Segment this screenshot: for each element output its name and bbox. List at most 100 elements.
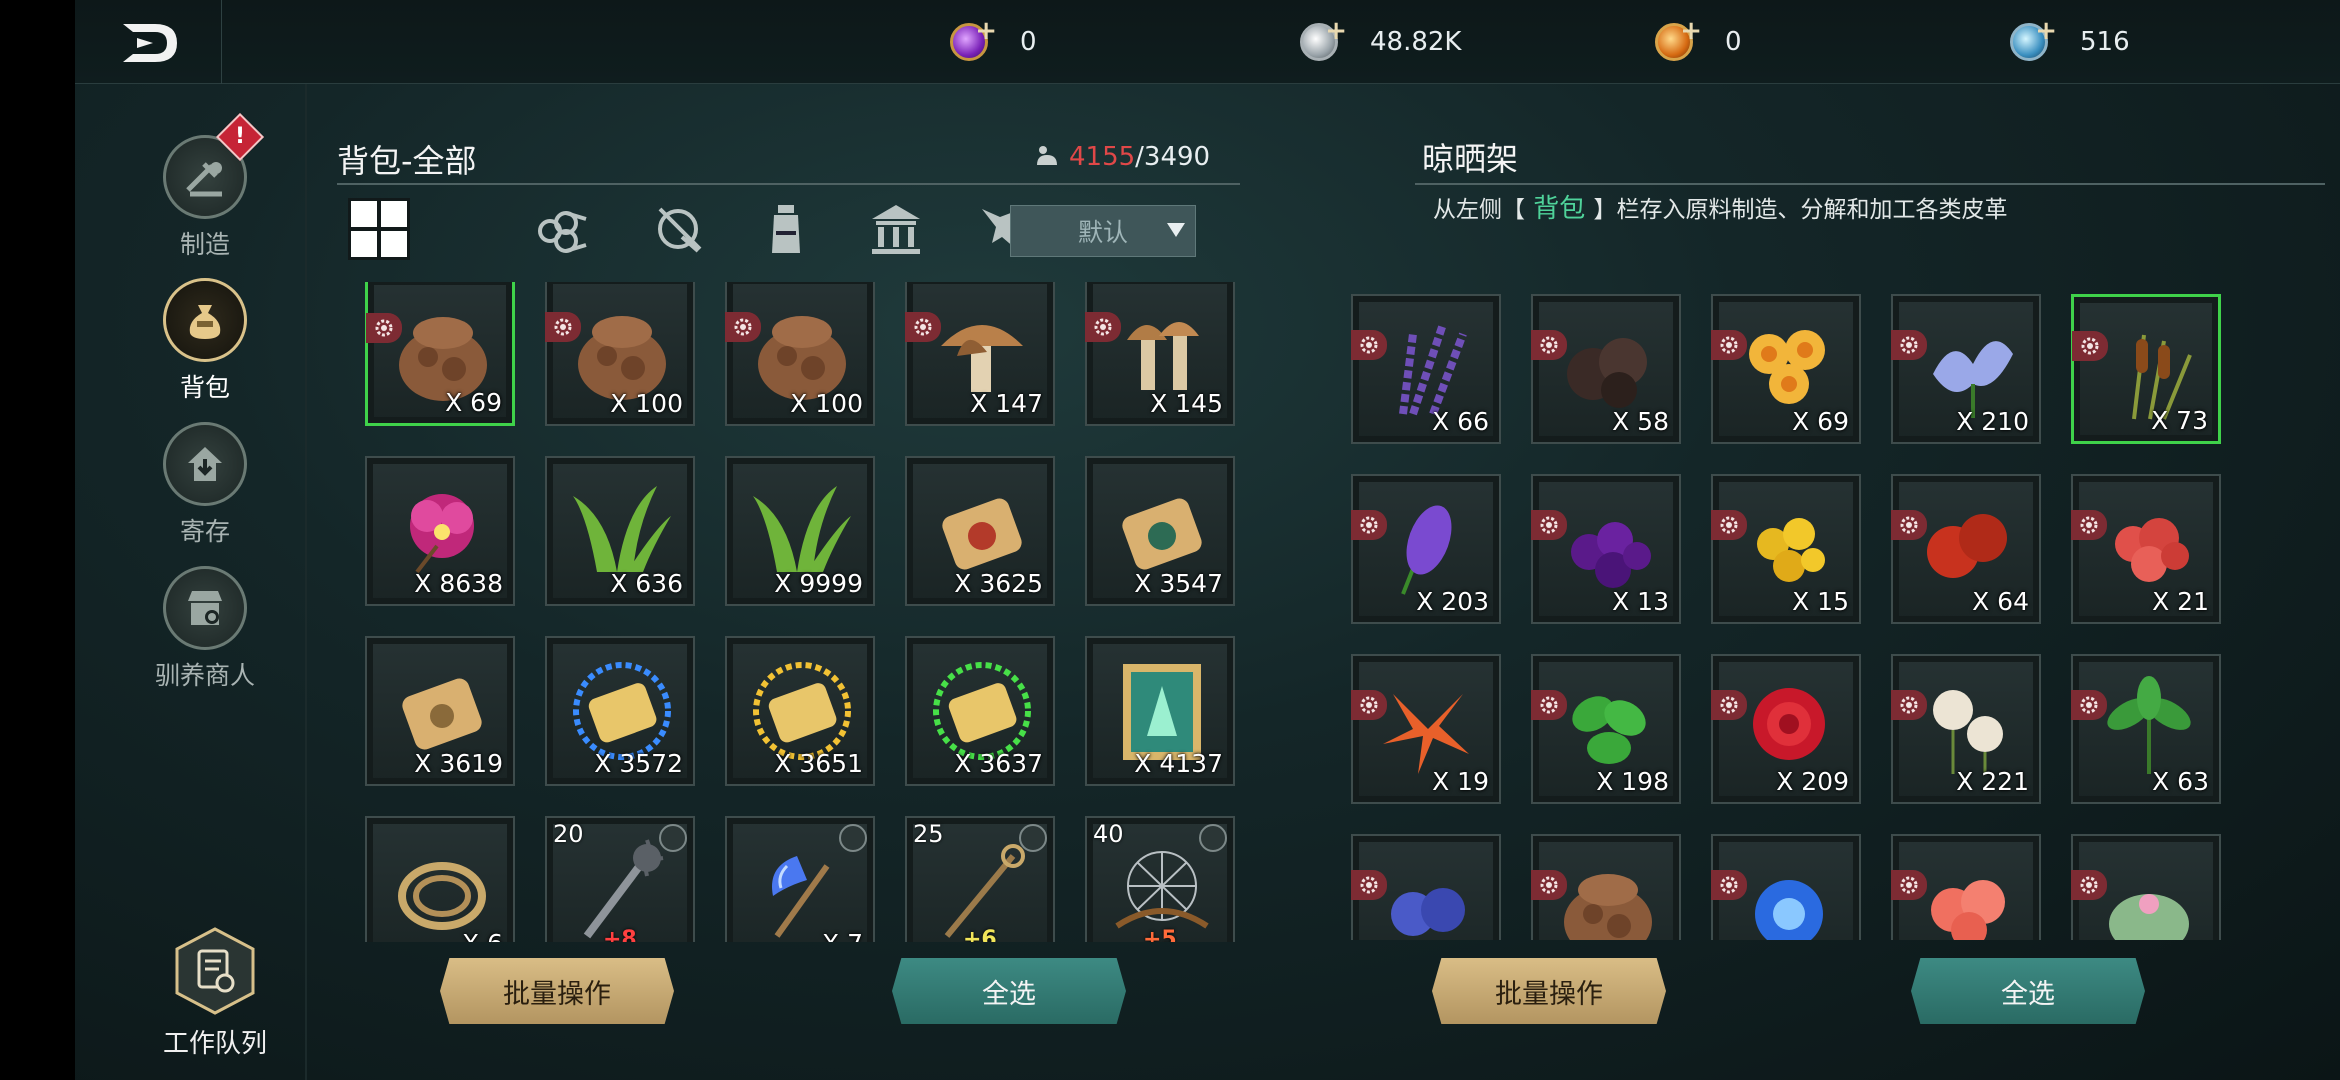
building-icon bbox=[872, 205, 920, 254]
item-slot[interactable]: 25 +6 bbox=[905, 816, 1055, 942]
filter-all[interactable] bbox=[348, 198, 410, 260]
filter-ore[interactable] bbox=[649, 198, 711, 260]
item-slot[interactable]: X 100 bbox=[545, 282, 695, 426]
bag-select-all-button[interactable]: 全选 bbox=[892, 958, 1126, 1024]
item-slot[interactable]: X 66 bbox=[1351, 294, 1501, 444]
item-slot[interactable]: X 145 bbox=[1085, 282, 1235, 426]
wood-icon bbox=[538, 211, 587, 253]
sort-dropdown[interactable]: 默认 bbox=[1010, 205, 1196, 257]
filter-potion[interactable] bbox=[755, 198, 817, 260]
item-quantity: X 13 bbox=[1612, 587, 1669, 616]
item-slot[interactable]: X 221 bbox=[1891, 654, 2041, 804]
rack-description: 从左侧【 背包 】栏存入原料制造、分解和加工各类皮革 bbox=[1433, 188, 2008, 225]
item-quantity: X 209 bbox=[1776, 767, 1849, 796]
item-quantity: X 636 bbox=[610, 569, 683, 598]
divider bbox=[305, 84, 307, 1080]
item-slot[interactable]: X 3547 bbox=[1085, 456, 1235, 606]
item-slot[interactable]: X 58 bbox=[1531, 294, 1681, 444]
item-quantity: X 145 bbox=[1150, 389, 1223, 418]
rack-select-all-button[interactable]: 全选 bbox=[1911, 958, 2145, 1024]
gear-badge-icon bbox=[1351, 330, 1387, 360]
bag-batch-button[interactable]: 批量操作 bbox=[440, 958, 674, 1024]
gear-badge-icon bbox=[1711, 330, 1747, 360]
gear-badge-icon bbox=[1085, 312, 1121, 342]
item-slot[interactable]: X 19 bbox=[1351, 654, 1501, 804]
item-slot[interactable]: X 3625 bbox=[905, 456, 1055, 606]
gear-badge-icon bbox=[1711, 510, 1747, 540]
currency-silver[interactable]: + 48.82K bbox=[1300, 16, 1461, 66]
gear-badge-icon bbox=[905, 312, 941, 342]
filter-building[interactable] bbox=[865, 198, 927, 260]
nav-storage[interactable]: 寄存 bbox=[155, 422, 255, 548]
item-slot[interactable] bbox=[1891, 834, 2041, 940]
item-quantity: X 6 bbox=[462, 929, 503, 942]
currency-amount: 516 bbox=[2080, 27, 2130, 57]
enhance-level: +8 bbox=[603, 927, 637, 942]
item-quantity: X 3572 bbox=[594, 749, 683, 778]
item-slot[interactable]: X 69 bbox=[1711, 294, 1861, 444]
item-slot[interactable]: X 3572 bbox=[545, 636, 695, 786]
item-slot[interactable]: X 13 bbox=[1531, 474, 1681, 624]
item-level: 25 bbox=[913, 820, 944, 848]
currency-gold[interactable]: + 0 bbox=[1655, 16, 1742, 66]
item-slot[interactable] bbox=[1711, 834, 1861, 940]
link-icon bbox=[1019, 824, 1047, 852]
desc-text: 】栏存入原料制造、分解和加工各类皮革 bbox=[1593, 197, 2008, 223]
gold-coin-icon: + bbox=[1655, 16, 1702, 61]
item-quantity: X 7 bbox=[822, 929, 863, 942]
weight-icon bbox=[1037, 146, 1057, 165]
work-queue-button[interactable]: 工作队列 bbox=[145, 925, 285, 1060]
bag-grid: X 69 X 100 X 100 X 147 X 145 X 8638 X 636 X 999… bbox=[365, 282, 1325, 942]
gear-badge-icon bbox=[366, 313, 402, 343]
currency-crystal[interactable]: + 516 bbox=[2010, 16, 2130, 66]
item-slot[interactable] bbox=[1351, 834, 1501, 940]
item-quantity: X 3651 bbox=[774, 749, 863, 778]
nav-merchant[interactable]: 驯养商人 bbox=[155, 566, 255, 692]
item-slot[interactable]: X 9999 bbox=[725, 456, 875, 606]
item-slot[interactable]: X 3651 bbox=[725, 636, 875, 786]
item-slot[interactable]: X 210 bbox=[1891, 294, 2041, 444]
purple-gem-icon: + bbox=[950, 16, 997, 61]
silver-coin-icon: + bbox=[1300, 16, 1347, 61]
item-slot[interactable] bbox=[2071, 834, 2221, 940]
item-slot[interactable]: X 63 bbox=[2071, 654, 2221, 804]
item-slot[interactable]: X 15 bbox=[1711, 474, 1861, 624]
item-slot[interactable]: X 209 bbox=[1711, 654, 1861, 804]
item-slot[interactable]: X 203 bbox=[1351, 474, 1501, 624]
item-slot[interactable]: X 69 bbox=[365, 282, 515, 426]
item-level: 20 bbox=[553, 820, 584, 848]
cactus-icon bbox=[2109, 894, 2189, 940]
filter-wood[interactable] bbox=[533, 198, 595, 260]
item-slot[interactable]: X 100 bbox=[725, 282, 875, 426]
item-slot[interactable] bbox=[1531, 834, 1681, 940]
nav-bag[interactable]: 背包 bbox=[155, 278, 255, 404]
item-slot[interactable]: X 147 bbox=[905, 282, 1055, 426]
item-slot[interactable]: X 636 bbox=[545, 456, 695, 606]
currency-purple[interactable]: + 0 bbox=[950, 16, 1037, 66]
gear-badge-icon bbox=[1891, 330, 1927, 360]
item-quantity: X 3547 bbox=[1134, 569, 1223, 598]
gear-badge-icon bbox=[725, 312, 761, 342]
item-slot[interactable]: X 4137 bbox=[1085, 636, 1235, 786]
left-letterbox bbox=[0, 0, 75, 1080]
item-quantity: X 19 bbox=[1432, 767, 1489, 796]
item-slot[interactable]: X 7 bbox=[725, 816, 875, 942]
item-slot[interactable]: X 6 bbox=[365, 816, 515, 942]
item-slot[interactable]: 20 +8 bbox=[545, 816, 695, 942]
item-slot[interactable]: X 21 bbox=[2071, 474, 2221, 624]
item-slot[interactable]: X 3619 bbox=[365, 636, 515, 786]
gear-badge-icon bbox=[2071, 870, 2107, 900]
gear-badge-icon bbox=[1711, 690, 1747, 720]
item-slot[interactable]: 40 +5 bbox=[1085, 816, 1235, 942]
item-slot[interactable]: X 73 bbox=[2071, 294, 2221, 444]
item-slot[interactable]: X 8638 bbox=[365, 456, 515, 606]
item-slot[interactable]: X 64 bbox=[1891, 474, 2041, 624]
rack-batch-button[interactable]: 批量操作 bbox=[1432, 958, 1666, 1024]
cornflower-icon bbox=[1391, 888, 1465, 936]
rack-title: 晾晒架 bbox=[1422, 140, 1519, 178]
back-arrow-icon[interactable] bbox=[115, 18, 185, 68]
item-slot[interactable]: X 198 bbox=[1531, 654, 1681, 804]
game-screen: + 0 + 48.82K + 0 + 516 制造 ! 背包 寄存 驯养商人 工… bbox=[75, 0, 2340, 1080]
item-slot[interactable]: X 3637 bbox=[905, 636, 1055, 786]
pinkflower-icon bbox=[1931, 880, 2005, 940]
